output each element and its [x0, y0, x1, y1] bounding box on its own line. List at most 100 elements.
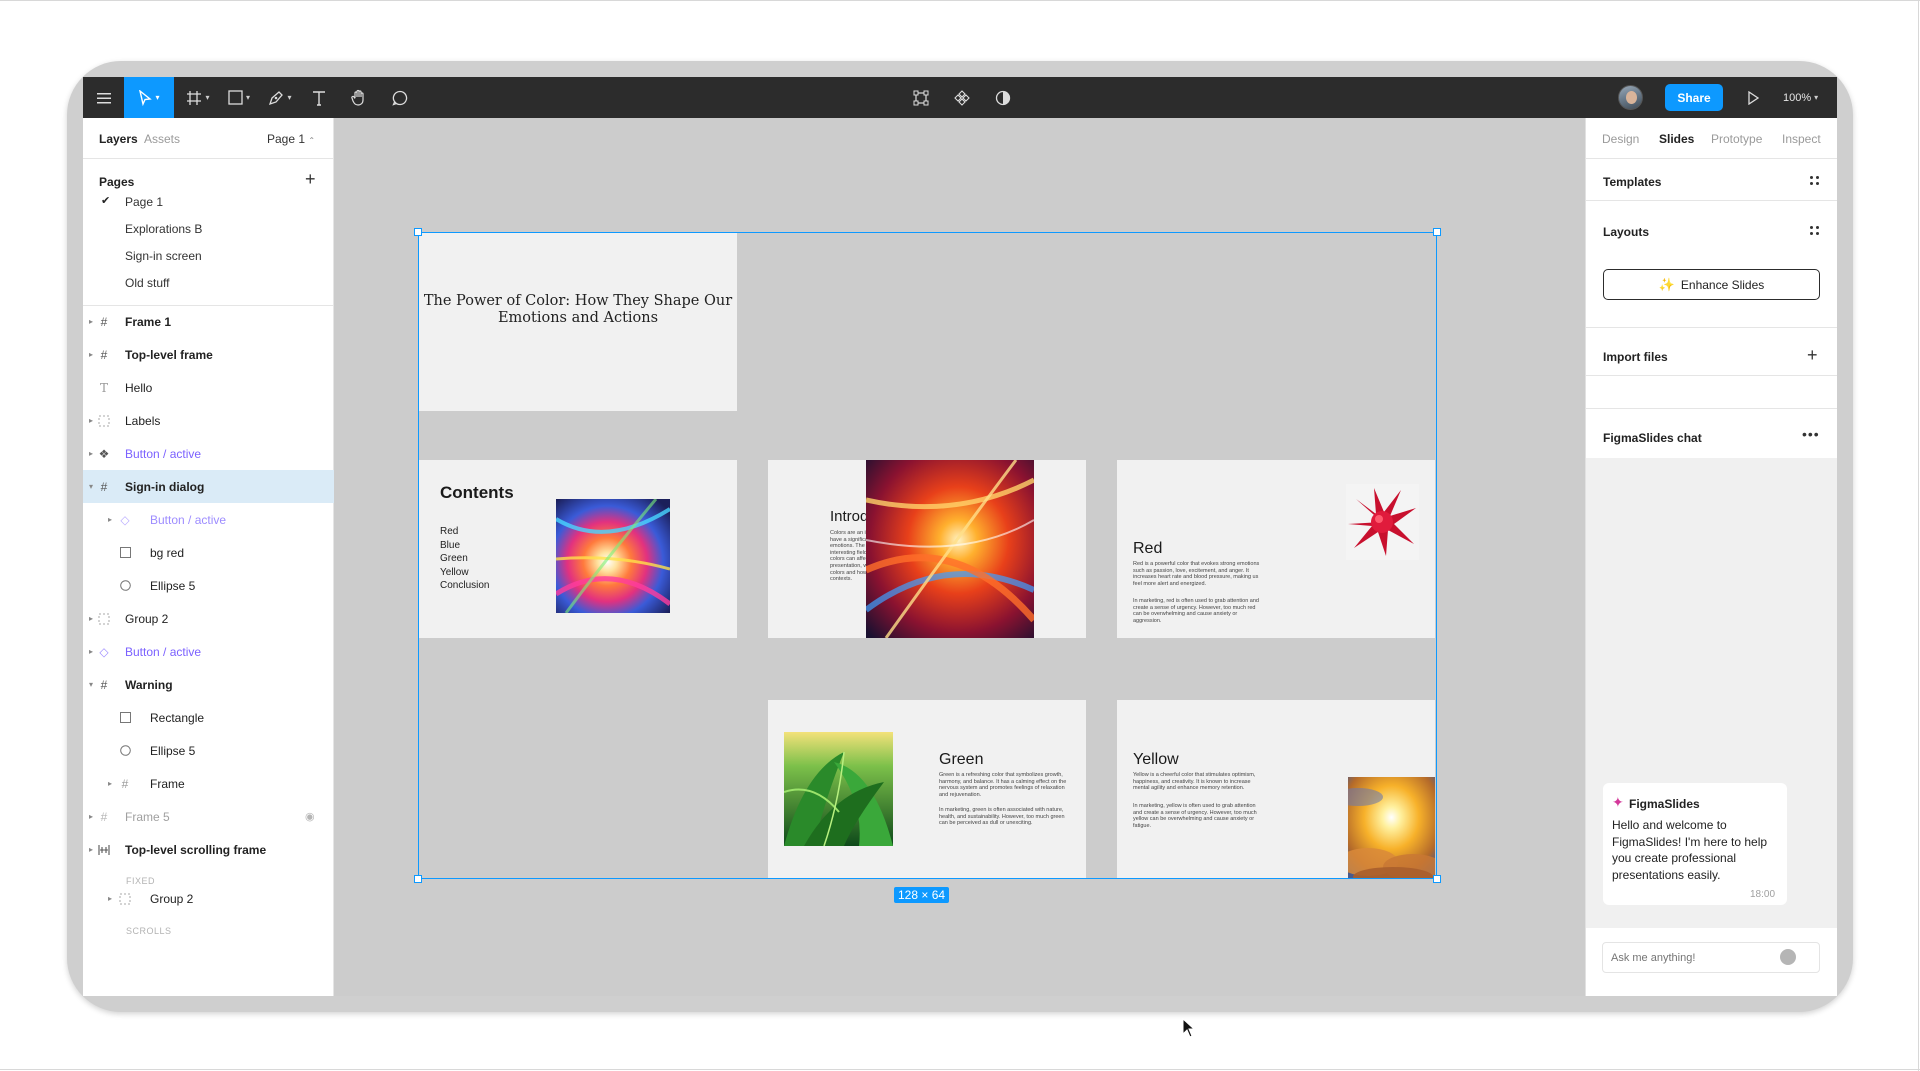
pen-tool-button[interactable]: ▾ — [261, 77, 299, 118]
layer-name: Frame — [150, 776, 185, 791]
hidden-eye-icon[interactable]: ◉ — [305, 810, 315, 823]
expand-arrow-icon[interactable]: ▸ — [89, 647, 93, 656]
tab-prototype[interactable]: Prototype — [1711, 132, 1762, 146]
shape-tool-button[interactable]: ▾ — [220, 77, 258, 118]
layer-name: Button / active — [125, 644, 202, 659]
frame-tool-button[interactable]: ▾ — [179, 77, 217, 118]
expand-arrow-icon[interactable]: ▸ — [89, 317, 93, 326]
components-button[interactable] — [947, 77, 977, 118]
comment-tool-button[interactable] — [385, 77, 415, 118]
resize-handle[interactable] — [414, 228, 422, 236]
layer-row[interactable]: ▸ # Top-level frame — [83, 338, 334, 371]
expand-arrow-icon[interactable]: ▸ — [108, 894, 112, 903]
frame-icon: # — [100, 677, 108, 692]
divider — [1586, 158, 1837, 159]
layer-row[interactable]: Ellipse 5 — [83, 734, 334, 767]
expand-arrow-icon[interactable]: ▸ — [108, 779, 112, 788]
menu-icon[interactable] — [83, 77, 124, 118]
layer-row[interactable]: ▸ ❖ Button / active — [83, 437, 334, 470]
collapse-arrow-icon[interactable]: ▾ — [89, 482, 93, 491]
present-button[interactable] — [1738, 77, 1768, 118]
resize-handle[interactable] — [1433, 875, 1441, 883]
layer-row[interactable]: T Hello — [83, 371, 334, 404]
layer-row[interactable]: Rectangle — [83, 701, 334, 734]
frame-icon: # — [100, 479, 108, 494]
tab-design[interactable]: Design — [1602, 132, 1639, 146]
layer-name: Top-level scrolling frame — [125, 842, 267, 857]
slide-heading: Contents — [440, 483, 514, 502]
resize-handle[interactable] — [1433, 228, 1441, 236]
slide-title[interactable]: The Power of Color: How They Shape Our E… — [419, 233, 737, 411]
layer-name: Frame 5 — [125, 809, 170, 824]
page-item[interactable]: Page 1 — [125, 195, 163, 209]
layer-row[interactable]: ▸ Group 2 — [83, 882, 334, 915]
layer-row[interactable]: ▸ # Frame — [83, 767, 334, 800]
layer-row[interactable]: ▸ ◇ Button / active — [83, 503, 334, 536]
slide-introduction[interactable]: Introduction Colors are an integral part… — [768, 460, 1086, 638]
layer-name: Button / active — [125, 446, 202, 461]
layer-row[interactable]: ▸ Top-level scrolling frame — [83, 833, 334, 866]
add-page-icon[interactable]: + — [305, 170, 316, 188]
tab-slides[interactable]: Slides — [1659, 132, 1694, 146]
import-files-label[interactable]: Import files — [1603, 350, 1668, 364]
page-item[interactable]: Explorations B — [125, 222, 202, 236]
layer-row[interactable]: ▸ # Frame 1 — [83, 305, 334, 338]
layer-row[interactable]: ▸ # Frame 5 ◉ — [83, 800, 334, 833]
layer-name: Labels — [125, 413, 161, 428]
tab-inspect[interactable]: Inspect — [1782, 132, 1821, 146]
dev-mode-button[interactable] — [906, 77, 936, 118]
layer-row-selected[interactable]: ▾ # Sign-in dialog — [83, 470, 334, 503]
canvas[interactable]: The Power of Color: How They Shape Our E… — [334, 118, 1585, 996]
expand-arrow-icon[interactable]: ▸ — [89, 449, 93, 458]
component-icon: ❖ — [98, 446, 110, 461]
components-icon — [954, 89, 970, 106]
slide-contents[interactable]: Contents Red Blue Green Yellow Conclusio… — [419, 460, 737, 638]
theme-button[interactable] — [988, 77, 1018, 118]
grid-dots-icon[interactable] — [1810, 176, 1820, 186]
collapse-arrow-icon[interactable]: ▾ — [89, 680, 93, 689]
list-item: Conclusion — [440, 580, 490, 591]
layer-row[interactable]: bg red — [83, 536, 334, 569]
page-item[interactable]: Old stuff — [125, 276, 169, 290]
tab-assets[interactable]: Assets — [144, 132, 180, 146]
expand-arrow-icon[interactable]: ▸ — [108, 515, 112, 524]
more-icon[interactable]: ••• — [1802, 426, 1820, 442]
slide-yellow[interactable]: Yellow Yellow is a cheerful color that s… — [1117, 700, 1435, 878]
layer-row[interactable]: ▾ # Warning — [83, 668, 334, 701]
tab-layers[interactable]: Layers — [99, 132, 138, 146]
expand-arrow-icon[interactable]: ▸ — [89, 614, 93, 623]
rectangle-icon — [228, 90, 243, 105]
templates-label[interactable]: Templates — [1603, 175, 1661, 189]
divider — [1586, 408, 1837, 409]
enhance-slides-button[interactable]: ✨ Enhance Slides — [1603, 269, 1820, 300]
layer-row[interactable]: Ellipse 5 — [83, 569, 334, 602]
slide-green[interactable]: Green Green is a refreshing color that s… — [768, 700, 1086, 878]
avatar[interactable] — [1618, 85, 1643, 110]
share-button[interactable]: Share — [1665, 84, 1723, 111]
layer-row[interactable]: ▸ Labels — [83, 404, 334, 437]
page-item[interactable]: Sign-in screen — [125, 249, 202, 263]
zoom-dropdown[interactable]: 100% ▾ — [1783, 77, 1818, 118]
grid-dots-icon[interactable] — [1810, 226, 1820, 236]
chat-sender: FigmaSlides — [1629, 797, 1700, 811]
expand-arrow-icon[interactable]: ▸ — [89, 350, 93, 359]
expand-arrow-icon[interactable]: ▸ — [89, 812, 93, 821]
add-icon[interactable]: + — [1807, 346, 1818, 364]
check-icon: ✔ — [101, 195, 111, 207]
move-tool-button[interactable]: ▾ — [124, 77, 174, 118]
frame-icon: # — [100, 314, 108, 329]
page-selector[interactable]: Page 1 ⌃ — [267, 132, 315, 146]
send-icon[interactable] — [1780, 949, 1796, 965]
hand-tool-button[interactable] — [344, 77, 374, 118]
layouts-label[interactable]: Layouts — [1603, 225, 1649, 239]
resize-handle[interactable] — [414, 875, 422, 883]
expand-arrow-icon[interactable]: ▸ — [89, 416, 93, 425]
layer-row[interactable]: ▸ ◇ Button / active — [83, 635, 334, 668]
dev-mode-icon — [913, 90, 929, 105]
slide-red[interactable]: Red Red is a powerful color that evokes … — [1117, 460, 1435, 638]
text-tool-button[interactable] — [304, 77, 334, 118]
light-streaks-image — [866, 460, 1034, 638]
expand-arrow-icon[interactable]: ▸ — [89, 845, 93, 854]
layer-row[interactable]: ▸ Group 2 — [83, 602, 334, 635]
slide-body: In marketing, green is often associated … — [939, 807, 1065, 827]
